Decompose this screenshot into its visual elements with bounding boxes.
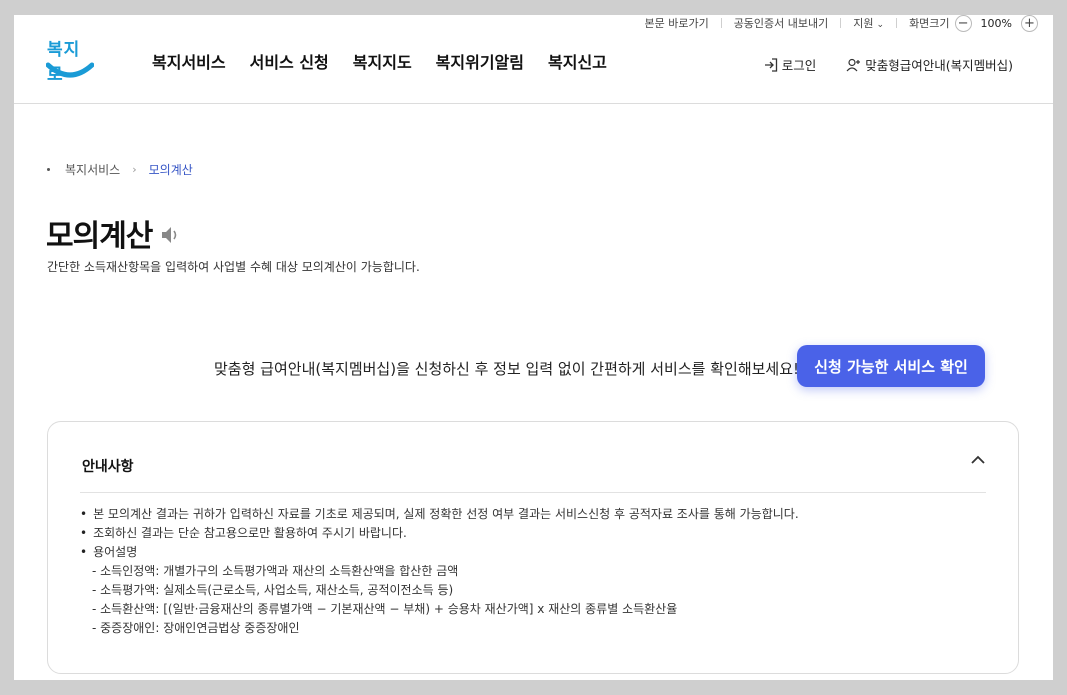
logo[interactable]: 복지로 (44, 35, 96, 85)
term-item: - 중증장애인: 장애인연금법상 중증장애인 (92, 621, 300, 635)
home-dot-icon[interactable] (47, 168, 50, 171)
zoom-label: 화면크기 (909, 17, 950, 30)
divider (840, 18, 842, 28)
chevron-up-icon[interactable] (970, 454, 986, 466)
page-subtitle: 간단한 소득재산항목을 입력하여 사업별 수혜 대상 모의계산이 가능합니다. (47, 260, 420, 274)
breadcrumb-parent[interactable]: 복지서비스 (65, 161, 120, 178)
breadcrumb-current: 모의계산 (148, 163, 193, 177)
term-item: - 소득평가액: 실제소득(근로소득, 사업소득, 재산소득, 공적이전소득 등… (92, 583, 454, 597)
check-available-services-button[interactable]: 신청 가능한 서비스 확인 (797, 345, 985, 387)
nav-item-welfare-services[interactable]: 복지서비스 (152, 49, 226, 73)
zoom-out-button[interactable]: − (954, 15, 972, 32)
title-row: 모의계산 (46, 211, 182, 255)
login-label: 로그인 (781, 58, 817, 73)
header-divider (14, 103, 1053, 104)
membership-label: 맞춤형급여안내(복지멤버십) (865, 58, 1013, 73)
speaker-icon[interactable] (160, 225, 182, 245)
notice-item: 본 모의계산 결과는 귀하가 입력하신 자료를 기초로 제공되며, 실제 정확한… (80, 505, 799, 524)
user-add-icon (846, 58, 861, 71)
notice-item: 조회하신 결과는 단순 참고용으로만 활용하여 주시기 바랍니다. (80, 524, 799, 543)
utility-bar: 본문 바로가기 공동인증서 내보내기 지원 ⌄ 화면크기 − 100% + (644, 15, 1043, 32)
zoom-value: 100% (980, 16, 1012, 30)
logo-smile-icon (46, 62, 94, 78)
skip-to-content-link[interactable]: 본문 바로가기 (644, 15, 708, 31)
login-icon (764, 57, 777, 72)
zoom-in-button[interactable]: + (1021, 15, 1038, 32)
support-dropdown[interactable]: 지원 ⌄ (853, 15, 884, 31)
notice-item: 용어설명 (80, 543, 799, 562)
notice-list: 본 모의계산 결과는 귀하가 입력하신 자료를 기초로 제공되며, 실제 정확한… (80, 505, 799, 638)
chevron-right-icon: › (132, 163, 137, 176)
divider (720, 18, 722, 28)
term-item: - 소득환산액: [(일반·금융재산의 종류별가액 − 기본재산액 − 부채) … (92, 602, 678, 616)
support-label: 지원 (853, 17, 874, 30)
nav-item-welfare-map[interactable]: 복지지도 (353, 49, 412, 73)
page: 본문 바로가기 공동인증서 내보내기 지원 ⌄ 화면크기 − 100% + 복지로… (14, 15, 1053, 680)
term-item: - 소득인정액: 개별가구의 소득평가액과 재산의 소득환산액을 합산한 금액 (92, 564, 459, 578)
promo-text: 맞춤형 급여안내(복지멤버십)을 신청하신 후 정보 입력 없이 간편하게 서비… (214, 360, 800, 378)
nav-item-crisis-alert[interactable]: 복지위기알림 (436, 49, 524, 73)
notice-divider (80, 492, 986, 493)
page-title: 모의계산 (46, 219, 153, 254)
main-nav: 복지서비스 서비스 신청 복지지도 복지위기알림 복지신고 (152, 49, 631, 73)
login-link[interactable]: 로그인 (764, 55, 817, 74)
breadcrumb: 복지서비스 › 모의계산 (47, 161, 193, 178)
membership-link[interactable]: 맞춤형급여안내(복지멤버십) (846, 55, 1013, 74)
nav-item-service-application[interactable]: 서비스 신청 (250, 49, 329, 73)
divider (896, 18, 898, 28)
chevron-down-icon: ⌄ (876, 20, 885, 30)
nav-item-welfare-report[interactable]: 복지신고 (548, 49, 607, 73)
header-actions: 로그인 맞춤형급여안내(복지멤버십) (734, 55, 1013, 74)
notice-panel: 안내사항 본 모의계산 결과는 귀하가 입력하신 자료를 기초로 제공되며, 실… (47, 421, 1019, 674)
notice-title: 안내사항 (82, 459, 134, 475)
cert-export-link[interactable]: 공동인증서 내보내기 (734, 15, 829, 31)
